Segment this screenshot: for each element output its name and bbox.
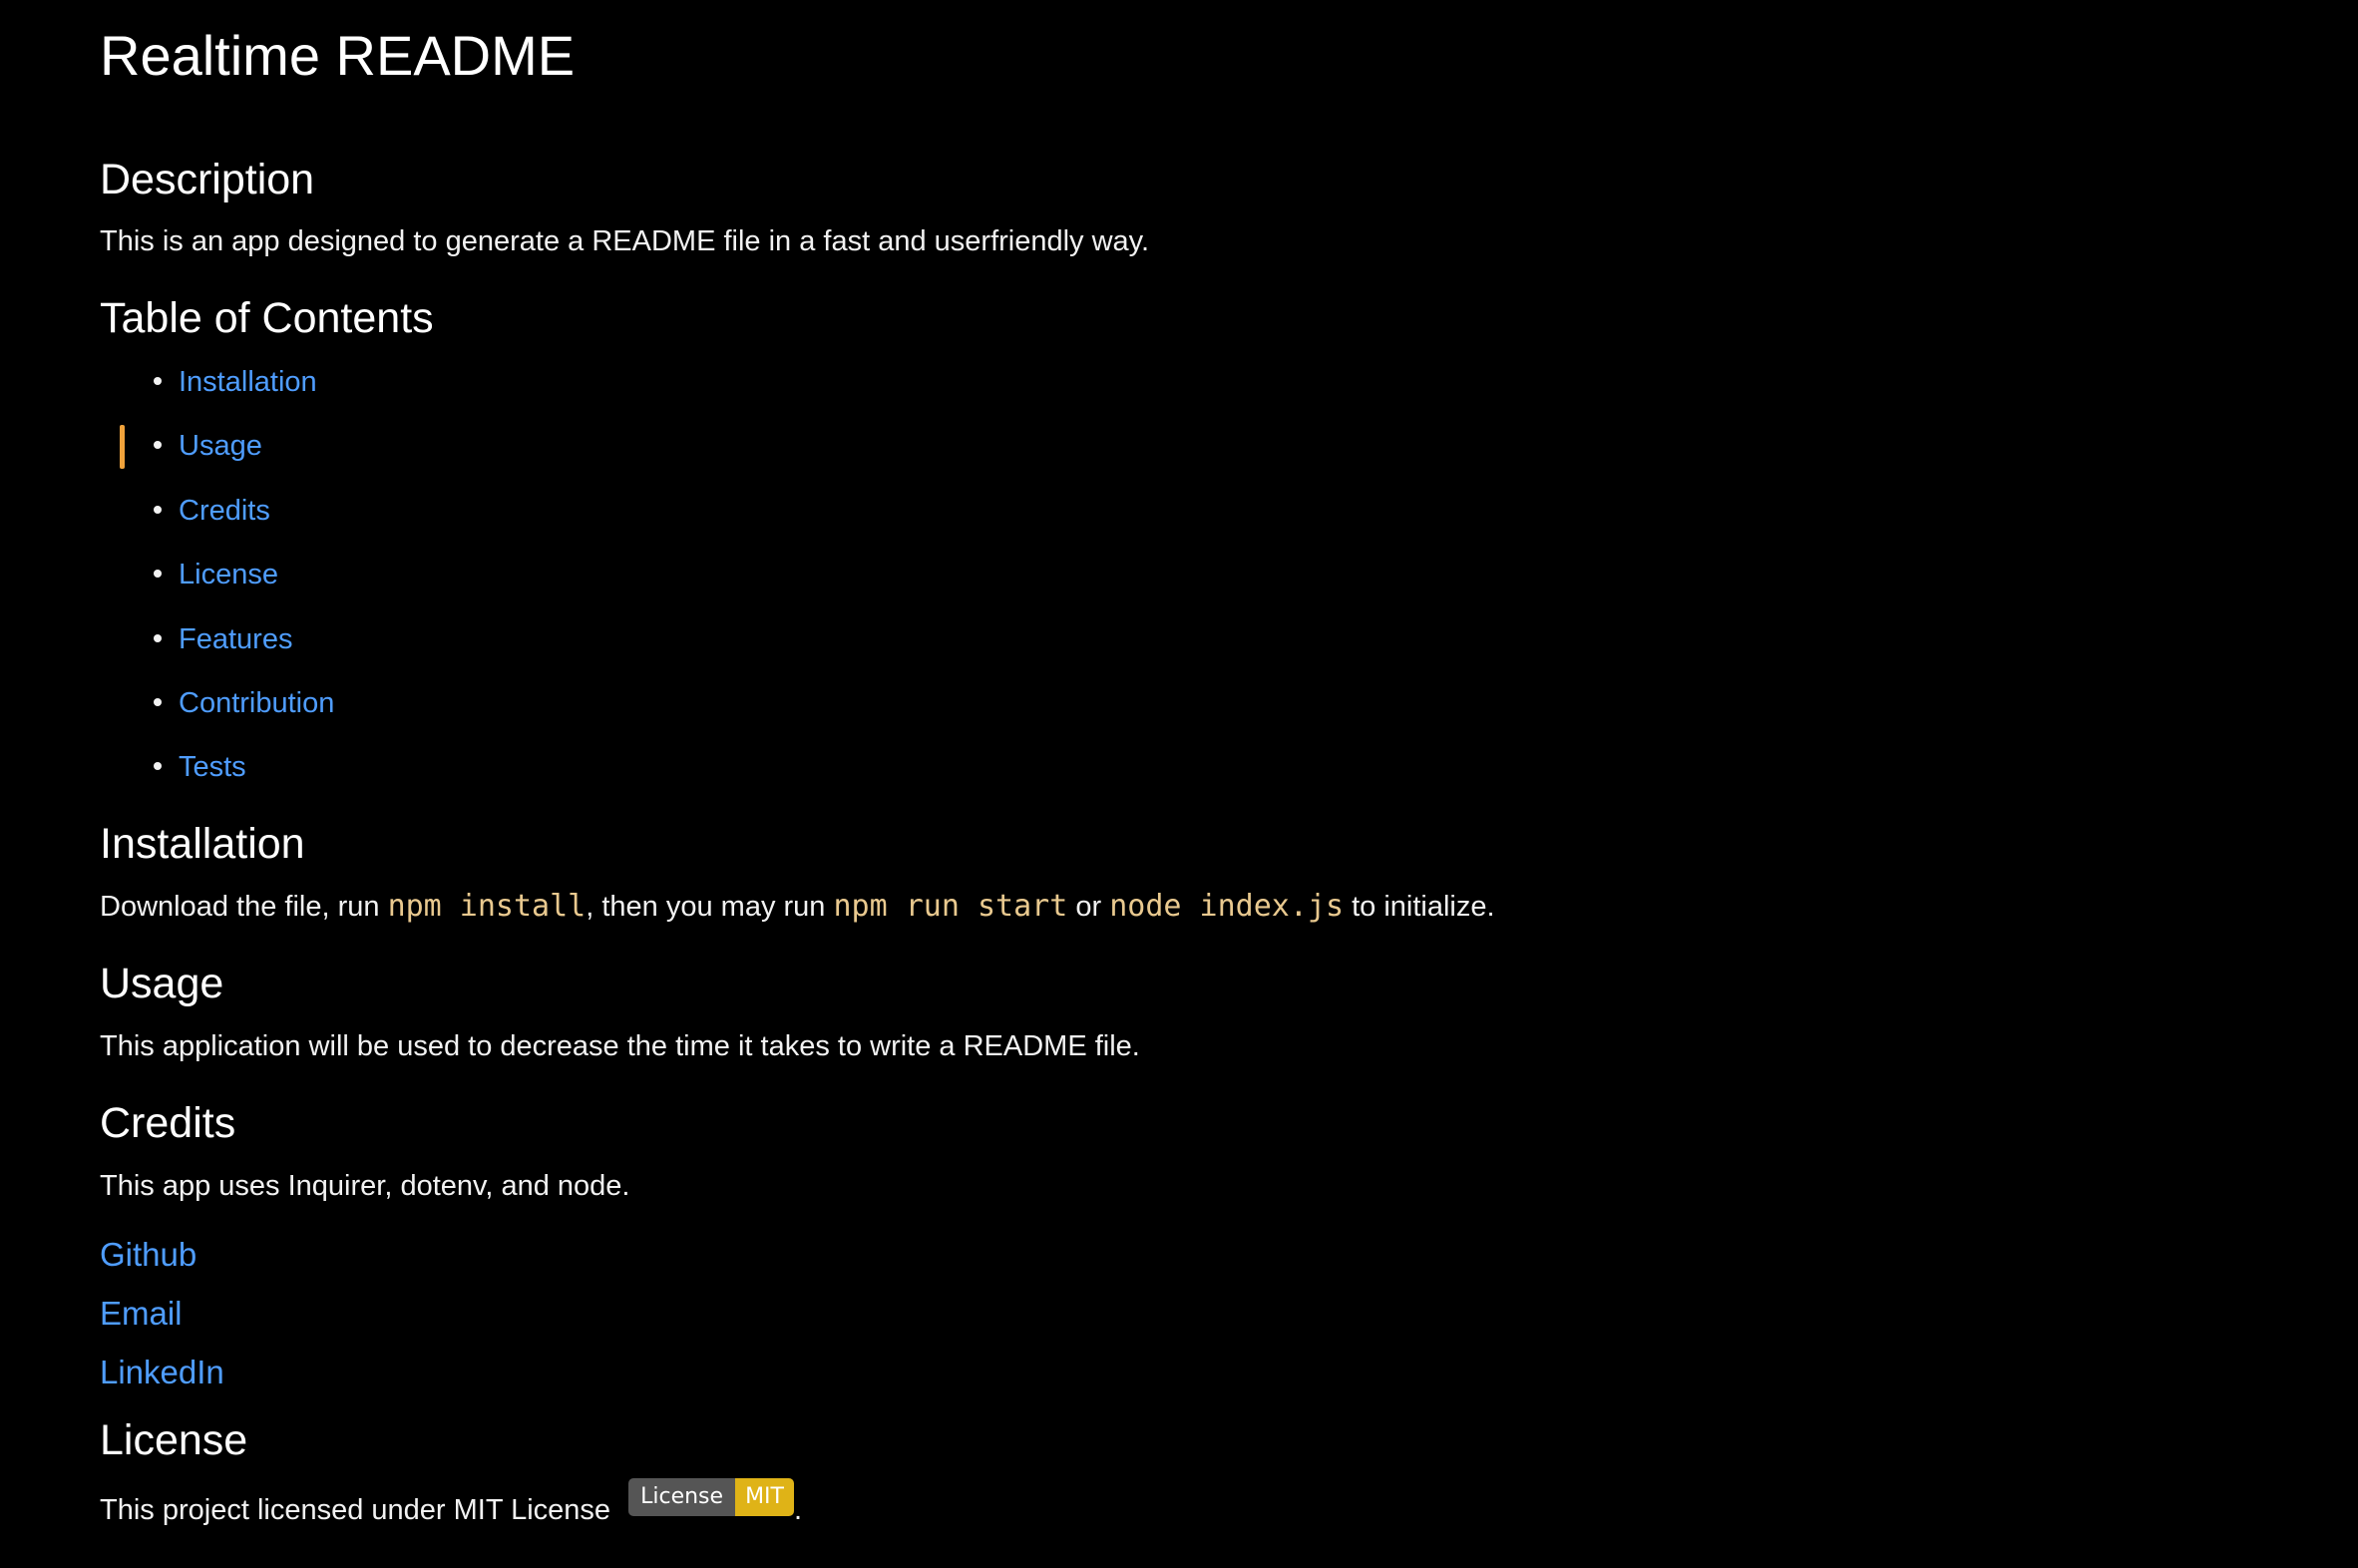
code-npm-run-start: npm run start bbox=[833, 889, 1068, 924]
toc-item-tests: Tests bbox=[154, 747, 246, 787]
installation-text-part: Download the file, run bbox=[100, 891, 388, 923]
installation-text-part: , then you may run bbox=[586, 891, 834, 923]
toc-link-credits[interactable]: Credits bbox=[179, 495, 270, 527]
page-title: Realtime README bbox=[100, 24, 576, 87]
toc-heading: Table of Contents bbox=[100, 294, 434, 342]
toc-active-marker bbox=[120, 425, 125, 469]
installation-text-part: or bbox=[1067, 891, 1110, 923]
description-heading: Description bbox=[100, 156, 315, 203]
license-badge-value: MIT bbox=[735, 1478, 794, 1516]
license-heading: License bbox=[100, 1416, 248, 1464]
linkedin-link[interactable]: LinkedIn bbox=[100, 1351, 224, 1394]
email-link[interactable]: Email bbox=[100, 1292, 183, 1336]
bullet-icon bbox=[154, 698, 162, 707]
toc-item-credits: Credits bbox=[154, 491, 270, 531]
toc-link-license[interactable]: License bbox=[179, 559, 278, 590]
bullet-icon bbox=[154, 506, 162, 515]
code-node-index: node index.js bbox=[1109, 889, 1345, 924]
license-badge-label: License bbox=[628, 1478, 736, 1516]
bullet-icon bbox=[154, 570, 162, 579]
usage-text: This application will be used to decreas… bbox=[100, 1030, 1140, 1062]
bullet-icon bbox=[154, 441, 162, 450]
readme-page: Realtime README Description This is an a… bbox=[0, 0, 2358, 1568]
license-badge[interactable]: License MIT bbox=[628, 1478, 794, 1516]
toc-link-tests[interactable]: Tests bbox=[179, 751, 246, 783]
toc-link-usage[interactable]: Usage bbox=[179, 430, 262, 462]
license-text: This project licensed under MIT License … bbox=[100, 1478, 803, 1530]
toc-link-installation[interactable]: Installation bbox=[179, 366, 317, 398]
installation-text-part: to initialize. bbox=[1344, 891, 1495, 923]
usage-heading: Usage bbox=[100, 960, 224, 1007]
toc-item-usage: Usage bbox=[154, 426, 262, 466]
installation-heading: Installation bbox=[100, 820, 305, 868]
toc-item-contribution: Contribution bbox=[154, 683, 334, 723]
credits-heading: Credits bbox=[100, 1099, 236, 1147]
license-text-part: This project licensed under MIT License bbox=[100, 1494, 619, 1526]
toc-link-features[interactable]: Features bbox=[179, 623, 292, 655]
license-trailing: . bbox=[793, 1494, 803, 1526]
toc-item-installation: Installation bbox=[154, 362, 317, 402]
bullet-icon bbox=[154, 634, 162, 643]
toc-link-contribution[interactable]: Contribution bbox=[179, 687, 334, 719]
github-link[interactable]: Github bbox=[100, 1233, 196, 1277]
description-text: This is an app designed to generate a RE… bbox=[100, 225, 1150, 257]
toc-item-license: License bbox=[154, 555, 278, 594]
installation-text: Download the file, run npm install, then… bbox=[100, 887, 1495, 927]
credits-text: This app uses Inquirer, dotenv, and node… bbox=[100, 1170, 630, 1202]
code-npm-install: npm install bbox=[387, 889, 587, 924]
toc-item-features: Features bbox=[154, 619, 292, 659]
bullet-icon bbox=[154, 762, 162, 771]
bullet-icon bbox=[154, 377, 162, 386]
